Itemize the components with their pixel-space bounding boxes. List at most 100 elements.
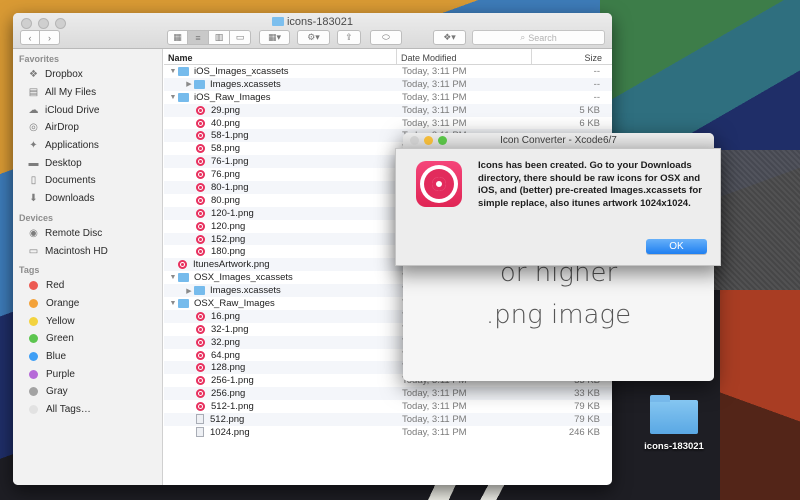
row-size-cell: 246 KB [568,426,600,438]
hard-drive-icon: ▭ [28,245,39,257]
row-size-cell: -- [593,78,600,90]
sidebar-tag-green[interactable]: Green [13,330,162,348]
sidebar-item-all-my-files[interactable]: ▤ All My Files [13,84,162,102]
disclosure-closed-icon[interactable]: ▶ [184,287,194,295]
column-header-name[interactable]: Name [164,49,397,64]
sidebar-item-icloud-drive[interactable]: ☁ iCloud Drive [13,101,162,119]
file-name: 256.png [211,388,246,400]
table-row[interactable]: 256.png Today, 3:11 PM 33 KB [164,387,612,401]
airdrop-icon: ◎ [29,122,38,134]
converter-minimize-button[interactable] [424,136,433,145]
icon-view-button[interactable]: ▦ [167,30,188,45]
desktop-folder-label: icons-183021 [644,441,704,452]
list-view-button[interactable]: ≡ [188,30,209,45]
folder-icon [194,286,205,296]
row-name-cell: ▶ Images.xcassets [164,79,397,90]
table-row[interactable]: 512.png Today, 3:11 PM 79 KB [164,413,612,426]
forward-button[interactable]: › [40,30,60,45]
sidebar-item-macintosh-hd[interactable]: ▭ Macintosh HD [13,242,162,260]
row-name-cell: 256-1.png [164,375,397,386]
converter-close-button[interactable] [410,136,419,145]
table-row[interactable]: 512-1.png Today, 3:11 PM 79 KB [164,400,612,413]
sidebar-item-applications[interactable]: ✦ Applications [13,137,162,155]
column-view-button[interactable]: ▥ [209,30,230,45]
search-input[interactable]: ⌕ Search [472,30,605,45]
png-file-icon [196,389,205,399]
row-name-cell: 58.png [164,143,397,154]
folder-icon [178,92,189,102]
column-header-size[interactable]: Size [532,49,612,64]
file-name: iOS_Images_xcassets [194,65,289,77]
wallpaper-stripe-red [720,290,800,500]
row-name-cell: 120.png [164,221,397,232]
wallpaper-stripe-green [600,0,800,150]
sidebar-item-dropbox[interactable]: ❖ Dropbox [13,66,162,84]
dropbox-button[interactable]: ❖▾ [433,30,466,45]
table-row[interactable]: ▼ iOS_Raw_Images Today, 3:11 PM -- [164,91,612,104]
ok-button[interactable]: OK [646,239,707,254]
row-size-cell: 79 KB [574,413,600,425]
desktop-icon: ▬ [28,157,39,169]
folder-icon [178,298,189,308]
converter-zoom-button[interactable] [438,136,447,145]
sidebar-heading-devices: Devices [19,212,54,223]
generic-file-icon [196,427,204,438]
generic-file-icon [196,414,204,425]
sidebar-tag-red[interactable]: Red [13,277,162,295]
sidebar-item-downloads[interactable]: ⬇ Downloads [13,190,162,208]
disclosure-closed-icon[interactable]: ▶ [184,80,194,88]
sidebar-tag-blue[interactable]: Blue [13,348,162,366]
alert-dialog: Icons has been created. Go to your Downl… [395,148,721,266]
sidebar-item-documents[interactable]: ▯ Documents [13,172,162,190]
documents-icon: ▯ [30,175,37,187]
disclosure-open-icon[interactable]: ▼ [168,300,178,307]
file-name: 152.png [211,233,246,245]
file-name: 32.png [211,336,241,348]
back-button[interactable]: ‹ [20,30,40,45]
row-name-cell: 76-1.png [164,156,397,167]
arrange-button[interactable]: ▦▾ [259,30,290,45]
row-name-cell: 58-1.png [164,130,397,141]
disclosure-open-icon[interactable]: ▼ [168,274,178,281]
share-button[interactable]: ⇪ [337,30,361,45]
sidebar-item-remote-disc[interactable]: ◉ Remote Disc [13,225,162,243]
sidebar-tag-yellow[interactable]: Yellow [13,312,162,330]
file-name: 512-1.png [211,401,254,413]
table-row[interactable]: 40.png Today, 3:11 PM 6 KB [164,117,612,130]
png-file-icon [196,105,205,115]
file-name: OSX_Images_xcassets [194,272,293,284]
desktop-folder[interactable]: icons-183021 [636,395,712,452]
sidebar-tag-all-tags[interactable]: All Tags… [13,401,162,419]
list-icon: ≡ [195,32,201,43]
window-title: icons-183021 [13,16,612,28]
sidebar-item-desktop[interactable]: ▬ Desktop [13,154,162,172]
column-header-date[interactable]: Date Modified [397,49,532,64]
row-name-cell: 1024.png [164,427,397,438]
sidebar-tag-gray[interactable]: Gray [13,383,162,401]
drop-hint-line-2: .png image [485,300,632,330]
folder-icon [194,79,205,89]
table-row[interactable]: ▶ Images.xcassets Today, 3:11 PM -- [164,77,612,91]
disclosure-open-icon[interactable]: ▼ [168,94,178,101]
tag-icon: ⬭ [382,32,390,42]
sidebar-tag-orange[interactable]: Orange [13,295,162,313]
table-row[interactable]: 1024.png Today, 3:11 PM 246 KB [164,426,612,439]
file-name: iOS_Raw_Images [194,91,271,103]
grid-icon: ▦ [173,32,182,42]
file-name: 58-1.png [211,130,249,142]
coverflow-view-button[interactable]: ▭ [230,30,251,45]
sidebar-tag-purple[interactable]: Purple [13,365,162,383]
png-file-icon [196,131,205,141]
table-row[interactable]: ▼ iOS_Images_xcassets Today, 3:11 PM -- [164,65,612,78]
converter-window-controls [410,136,447,145]
chevron-right-icon: › [48,32,51,43]
view-mode-buttons: ▦ ≡ ▥ ▭ [167,30,251,45]
table-row[interactable]: 29.png Today, 3:11 PM 5 KB [164,103,612,117]
action-button[interactable]: ⚙▾ [297,30,330,45]
png-file-icon [196,247,205,257]
disclosure-open-icon[interactable]: ▼ [168,68,178,75]
tag-dot-icon [29,298,38,308]
sidebar-item-airdrop[interactable]: ◎ AirDrop [13,119,162,137]
row-name-cell: 128.png [164,362,397,373]
tag-button[interactable]: ⬭ [370,30,402,45]
